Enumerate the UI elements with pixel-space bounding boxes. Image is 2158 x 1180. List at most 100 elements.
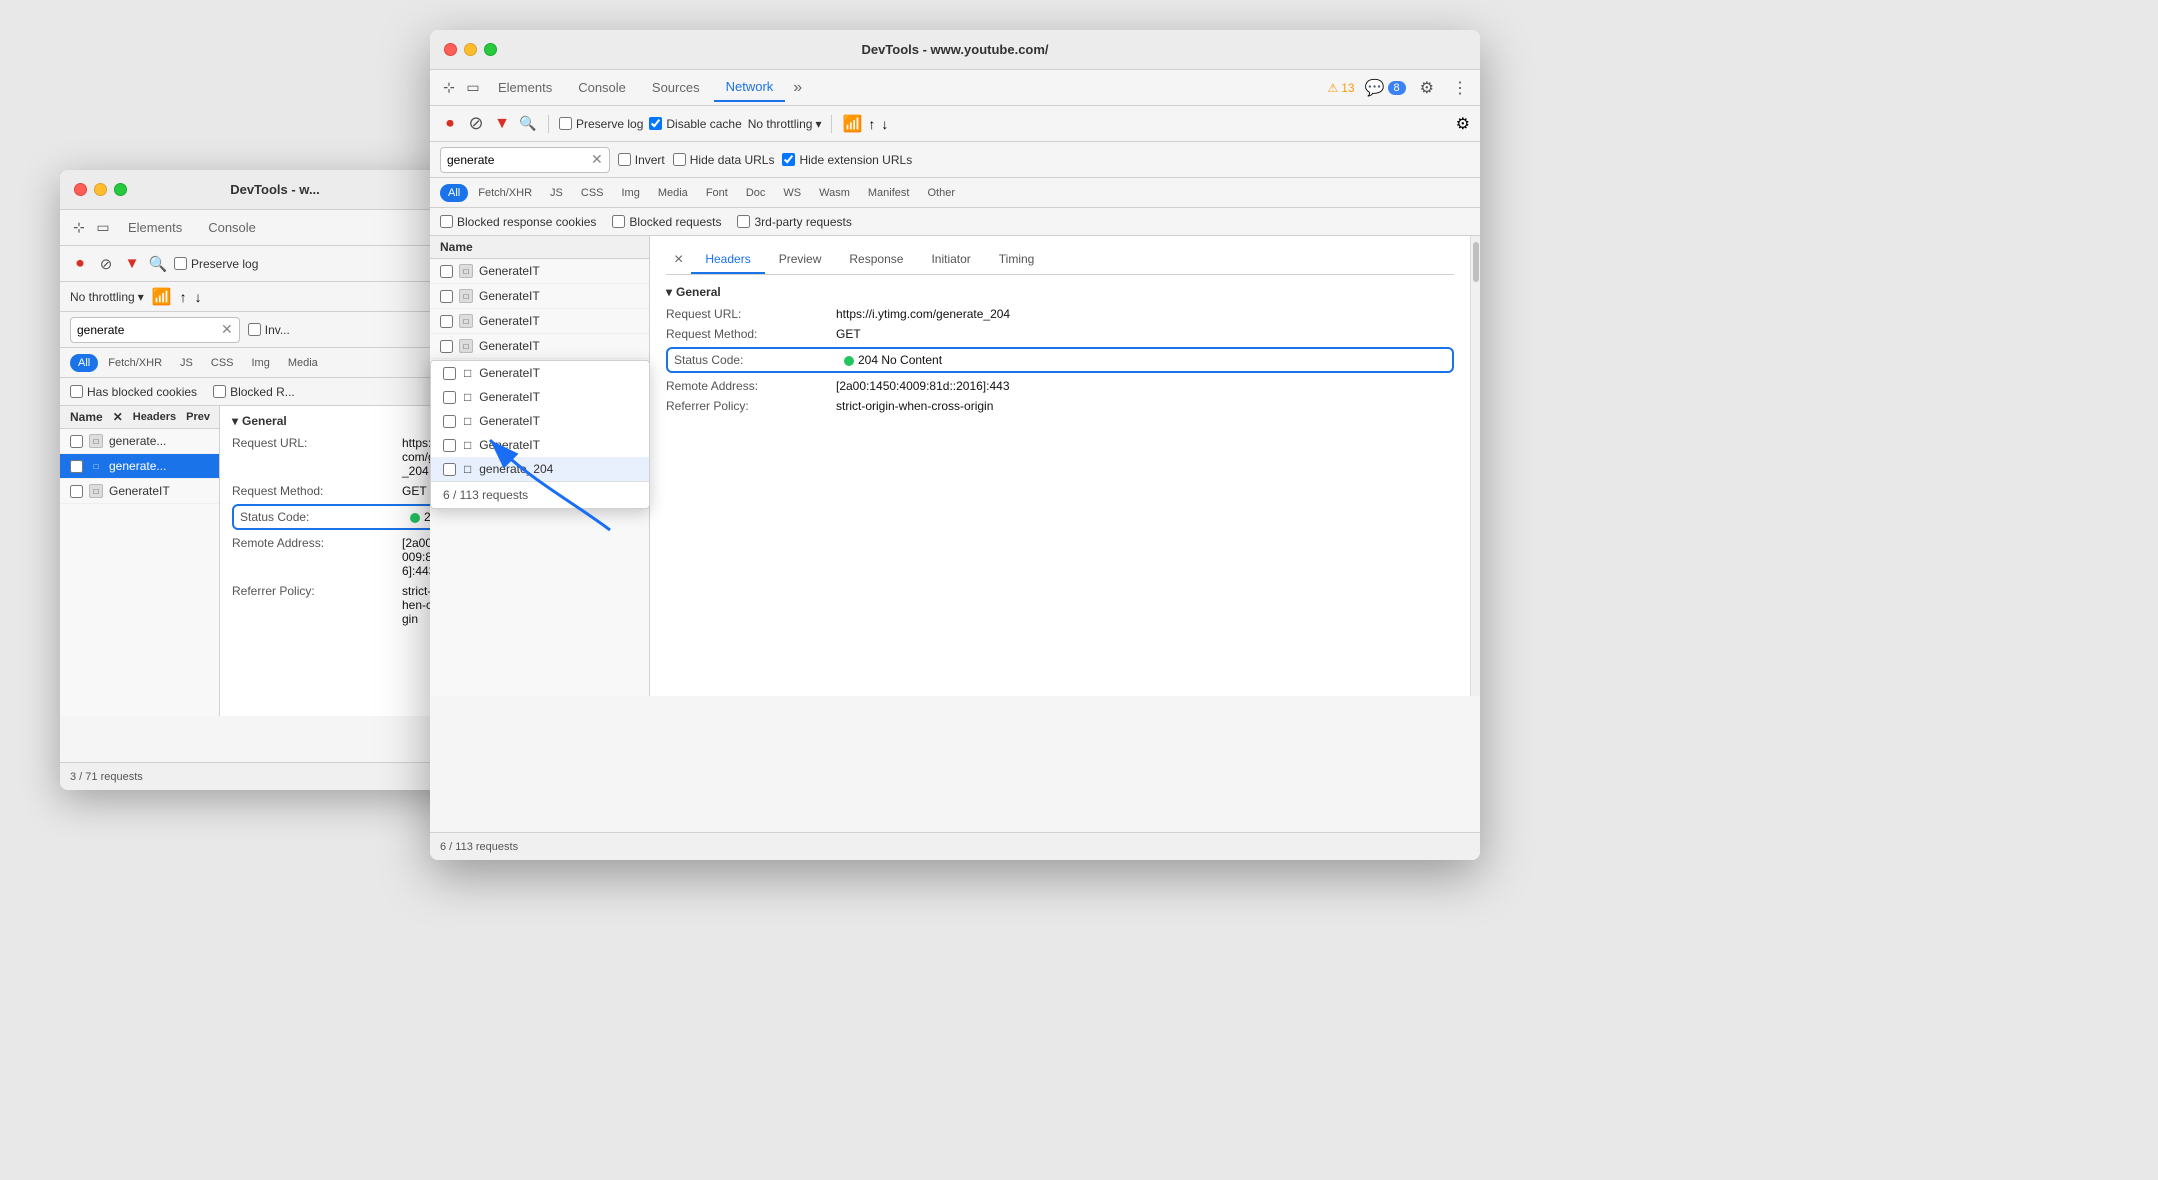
back-search-clear[interactable]: ✕ [221, 321, 233, 338]
back-search-input[interactable] [77, 323, 217, 337]
back-search-button[interactable]: 🔍 [148, 254, 168, 274]
front-filter-all[interactable]: All [440, 184, 468, 202]
back-preserve-log-label[interactable]: Preserve log [174, 257, 258, 271]
front-cursor-icon[interactable]: ⊹ [438, 77, 460, 99]
front-tab-sources[interactable]: Sources [640, 74, 712, 101]
front-blocked-cookies-checkbox[interactable] [440, 215, 453, 228]
front-preserve-log-label[interactable]: Preserve log [559, 117, 643, 131]
back-minimize-button[interactable] [94, 183, 107, 196]
front-name-check-3[interactable] [440, 340, 453, 353]
dropdown-check-3[interactable] [443, 439, 456, 452]
front-filter-doc[interactable]: Doc [738, 184, 774, 202]
back-filter-media[interactable]: Media [280, 354, 326, 372]
back-upload-icon[interactable]: ↑ [180, 289, 187, 305]
front-name-check-0[interactable] [440, 265, 453, 278]
front-sub-tab-headers[interactable]: Headers [691, 246, 764, 274]
front-tab-network[interactable]: Network [714, 73, 786, 102]
front-blocked-requests-checkbox[interactable] [612, 215, 625, 228]
front-filter-css[interactable]: CSS [573, 184, 612, 202]
front-filter-wasm[interactable]: Wasm [811, 184, 858, 202]
back-record-button[interactable]: ⏺ [70, 254, 90, 274]
front-filter-font[interactable]: Font [698, 184, 736, 202]
front-record-button[interactable]: ⏺ [440, 114, 460, 134]
dropdown-check-1[interactable] [443, 391, 456, 404]
back-invert-checkbox[interactable] [248, 323, 261, 336]
front-name-check-2[interactable] [440, 315, 453, 328]
back-cursor-icon[interactable]: ⊹ [68, 217, 90, 239]
back-download-icon[interactable]: ↓ [195, 289, 202, 305]
front-sub-tab-preview[interactable]: Preview [765, 246, 836, 274]
front-third-party-label[interactable]: 3rd-party requests [737, 215, 851, 229]
back-block-button[interactable]: ⊘ [96, 254, 116, 274]
dropdown-item-2[interactable]: □ GenerateIT [431, 409, 649, 433]
back-name-check-0[interactable] [70, 435, 83, 448]
front-upload-icon[interactable]: ↑ [868, 116, 875, 132]
front-filter-img[interactable]: Img [614, 184, 648, 202]
back-filter-all[interactable]: All [70, 354, 98, 372]
back-name-check-2[interactable] [70, 485, 83, 498]
back-filter-css[interactable]: CSS [203, 354, 242, 372]
front-maximize-button[interactable] [484, 43, 497, 56]
dropdown-item-1[interactable]: □ GenerateIT [431, 385, 649, 409]
front-blocked-cookies-label[interactable]: Blocked response cookies [440, 215, 596, 229]
front-name-row-1[interactable]: □ GenerateIT [430, 284, 649, 309]
front-search-input[interactable] [447, 153, 587, 167]
dropdown-item-3[interactable]: □ GenerateIT [431, 433, 649, 457]
back-blocked-req-checkbox[interactable] [213, 385, 226, 398]
front-hide-ext-checkbox[interactable] [782, 153, 795, 166]
dropdown-check-2[interactable] [443, 415, 456, 428]
front-filter-fetch[interactable]: Fetch/XHR [470, 184, 540, 202]
front-minimize-button[interactable] [464, 43, 477, 56]
back-name-row-2[interactable]: □ GenerateIT [60, 479, 219, 504]
front-hide-ext-label[interactable]: Hide extension URLs [782, 153, 912, 167]
front-block-button[interactable]: ⊘ [466, 114, 486, 134]
back-filter-img[interactable]: Img [244, 354, 278, 372]
back-name-row-0[interactable]: □ generate... [60, 429, 219, 454]
front-throttle-select[interactable]: No throttling ▾ [748, 117, 822, 131]
front-filter-media[interactable]: Media [650, 184, 696, 202]
front-filter-js[interactable]: JS [542, 184, 571, 202]
front-close-button[interactable] [444, 43, 457, 56]
front-sub-tab-initiator[interactable]: Initiator [917, 246, 984, 274]
front-name-row-0[interactable]: □ GenerateIT [430, 259, 649, 284]
front-tab-console[interactable]: Console [566, 74, 638, 101]
front-name-row-3[interactable]: □ GenerateIT [430, 334, 649, 359]
front-scrollbar[interactable] [1470, 236, 1480, 696]
front-download-icon[interactable]: ↓ [881, 116, 888, 132]
back-maximize-button[interactable] [114, 183, 127, 196]
front-tab-more[interactable]: » [787, 75, 808, 101]
front-search-clear[interactable]: ✕ [591, 151, 603, 168]
dropdown-item-4[interactable]: □ generate_204 [431, 457, 649, 481]
back-device-icon[interactable]: ▭ [92, 217, 114, 239]
front-third-party-checkbox[interactable] [737, 215, 750, 228]
front-filter-other[interactable]: Other [919, 184, 963, 202]
back-filter-js[interactable]: JS [172, 354, 201, 372]
back-tab-elements[interactable]: Elements [116, 214, 194, 241]
front-dots-icon[interactable]: ⋮ [1448, 74, 1472, 102]
back-name-check-1[interactable] [70, 460, 83, 473]
back-filter-fetch[interactable]: Fetch/XHR [100, 354, 170, 372]
front-sub-tab-close[interactable]: × [666, 247, 691, 273]
front-search-button[interactable]: 🔍 [518, 114, 538, 134]
front-gear-icon[interactable]: ⚙ [1416, 74, 1438, 102]
dropdown-check-0[interactable] [443, 367, 456, 380]
back-preserve-log-checkbox[interactable] [174, 257, 187, 270]
front-sub-tab-timing[interactable]: Timing [985, 246, 1049, 274]
front-preserve-log-checkbox[interactable] [559, 117, 572, 130]
dropdown-item-0[interactable]: □ GenerateIT [431, 361, 649, 385]
front-device-icon[interactable]: ▭ [462, 77, 484, 99]
dropdown-check-4[interactable] [443, 463, 456, 476]
back-tab-console[interactable]: Console [196, 214, 268, 241]
front-name-row-2[interactable]: □ GenerateIT [430, 309, 649, 334]
front-tab-elements[interactable]: Elements [486, 74, 564, 101]
back-close-button[interactable] [74, 183, 87, 196]
front-settings-icon[interactable]: ⚙ [1456, 114, 1470, 134]
front-invert-checkbox[interactable] [618, 153, 631, 166]
front-filter-manifest[interactable]: Manifest [860, 184, 918, 202]
front-filter-ws[interactable]: WS [775, 184, 809, 202]
back-filter-button[interactable]: ▼ [122, 254, 142, 274]
front-disable-cache-checkbox[interactable] [649, 117, 662, 130]
front-filter-button[interactable]: ▼ [492, 114, 512, 134]
back-blocked-cookies-checkbox[interactable] [70, 385, 83, 398]
front-sub-tab-response[interactable]: Response [835, 246, 917, 274]
